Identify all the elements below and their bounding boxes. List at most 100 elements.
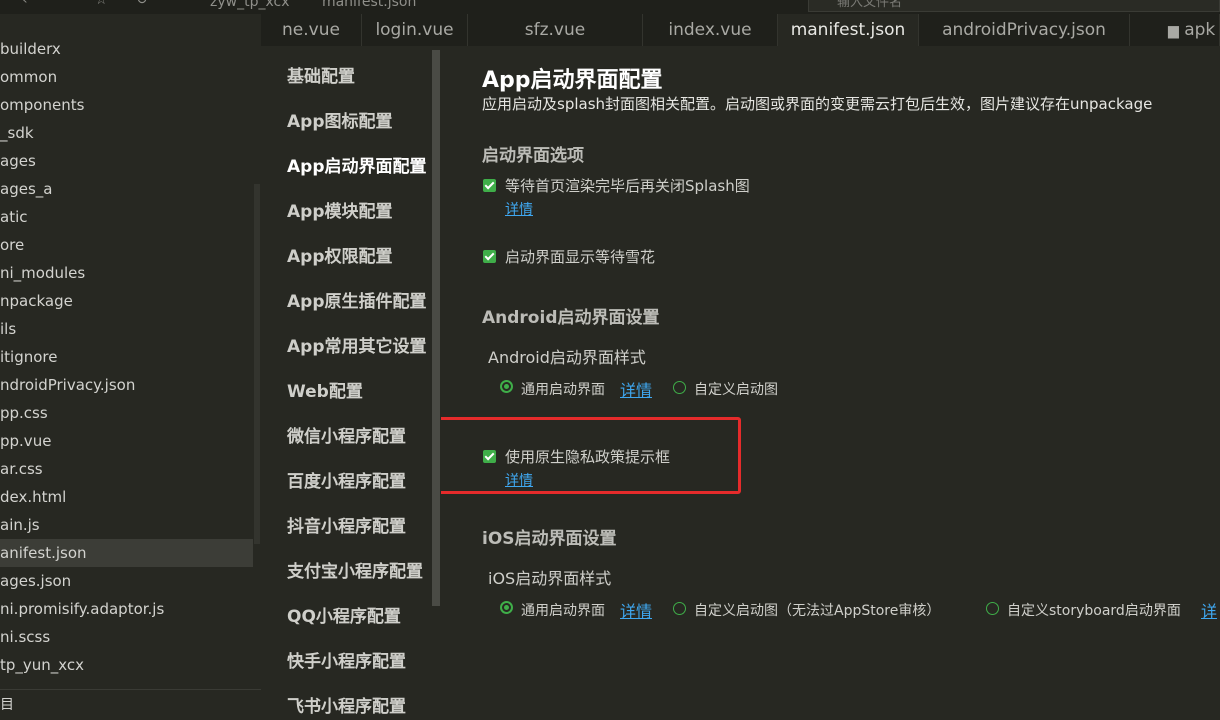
android-splash-heading: Android启动界面设置 [482, 308, 660, 328]
file-tree-item-label: omponents [0, 96, 85, 114]
file-tree-item[interactable]: ils [0, 315, 253, 343]
explorer-footer: 目 [0, 689, 261, 720]
file-tree-item-label: ore [0, 236, 25, 254]
file-search-input[interactable]: 输入文件名 [808, 0, 1220, 12]
settings-nav-item[interactable]: 支付宝小程序配置 [287, 557, 423, 582]
star-icon[interactable]: ☆ [95, 0, 108, 8]
settings-nav-item[interactable]: App原生插件配置 [287, 287, 427, 312]
wait-render-label: 等待首页渲染完毕后再关闭Splash图 [505, 177, 750, 195]
breadcrumb-file[interactable]: manifest.json [322, 0, 416, 10]
file-tree-item[interactable]: anifest.json [0, 539, 253, 567]
file-tree-item[interactable]: ni_modules [0, 259, 253, 287]
file-tree-item[interactable]: ni.scss [0, 623, 253, 651]
settings-nav-item[interactable]: 飞书小程序配置 [287, 692, 406, 717]
tab-label: sfz.vue [524, 20, 586, 40]
file-tree-item-label: itignore [0, 348, 58, 366]
settings-nav: 基础配置 App图标配置 App启动界面配置 App模块配置 App权限配置 App原生插… [261, 46, 441, 719]
settings-nav-item[interactable]: QQ小程序配置 [287, 602, 401, 627]
file-tree-item[interactable]: ni.promisify.adaptor.js [0, 595, 253, 623]
file-tree-item-label: ommon [0, 68, 58, 86]
file-tree-item[interactable]: ndroidPrivacy.json [0, 371, 253, 399]
settings-nav-scrollbar[interactable] [432, 50, 440, 606]
chevron-left-icon[interactable]: ‹ [22, 0, 28, 8]
android-common-label: 通用启动界面 [521, 382, 605, 398]
tab-sfz-vue[interactable]: sfz.vue [468, 14, 643, 46]
tab-ne-vue[interactable]: ne.vue [261, 14, 362, 46]
wait-render-details-link[interactable]: 详情 [505, 199, 533, 219]
breadcrumb: zyw_tp_xcx manifest.json [210, 0, 444, 10]
page-title: App启动界面配置 [482, 68, 663, 93]
settings-nav-item[interactable]: 百度小程序配置 [287, 467, 406, 492]
highlight-box [441, 417, 741, 494]
settings-nav-item[interactable]: App权限配置 [287, 242, 393, 267]
file-tree-item[interactable]: ages_a [0, 175, 253, 203]
file-tree-item[interactable]: pp.css [0, 399, 253, 427]
settings-nav-item[interactable]: Web配置 [287, 377, 363, 402]
settings-nav-item[interactable]: 微信小程序配置 [287, 422, 406, 447]
file-tree-item[interactable]: ain.js [0, 511, 253, 539]
file-tree-item[interactable]: ore [0, 231, 253, 259]
file-tree-item-label: ni_modules [0, 264, 86, 282]
settings-nav-item[interactable]: App模块配置 [287, 197, 393, 222]
file-tree-item-label: atic [0, 208, 28, 226]
refresh-icon[interactable]: ↻ [136, 0, 148, 8]
settings-nav-item[interactable]: App启动界面配置 [287, 152, 427, 177]
ios-common-label: 通用启动界面 [521, 603, 605, 619]
file-tree-item[interactable]: itignore [0, 343, 253, 371]
file-tree-item[interactable]: ages [0, 147, 253, 175]
settings-nav-item[interactable]: 快手小程序配置 [287, 647, 406, 672]
android-common-details-link[interactable]: 详情 [620, 377, 652, 401]
file-tree-item[interactable]: ommon [0, 63, 253, 91]
file-tree-item-label: ain.js [0, 516, 40, 534]
tab-apk-folder[interactable]: ▆ apk [1130, 14, 1220, 46]
android-custom-label: 自定义启动图 [694, 382, 778, 398]
file-tree-item-label: dex.html [0, 488, 67, 506]
tab-label: manifest.json [790, 20, 906, 40]
explorer-scrollbar[interactable] [254, 184, 260, 544]
file-tree-item-label: _sdk [0, 124, 34, 142]
file-tree-item-label: pp.css [0, 404, 48, 422]
tab-androidprivacy-json[interactable]: androidPrivacy.json [919, 14, 1130, 46]
ios-common-radio[interactable] [500, 601, 513, 614]
android-custom-radio[interactable] [673, 381, 686, 394]
tab-label: login.vue [375, 20, 454, 40]
file-tree-item[interactable]: tp_yun_xcx [0, 651, 253, 679]
android-common-radio[interactable] [500, 380, 513, 393]
file-tree-item[interactable]: npackage [0, 287, 253, 315]
show-snow-checkbox[interactable] [483, 250, 496, 263]
file-tree-item[interactable]: omponents [0, 91, 253, 119]
ios-common-details-link[interactable]: 详情 [620, 598, 652, 622]
tab-label: ne.vue [282, 20, 340, 40]
breadcrumb-project[interactable]: zyw_tp_xcx [210, 0, 289, 10]
title-bar: ‹ ☆ ↻ zyw_tp_xcx manifest.json 输入文件名 [0, 0, 1220, 14]
file-tree-item[interactable]: builderx [0, 35, 253, 63]
settings-nav-item[interactable]: 抖音小程序配置 [287, 512, 406, 537]
file-tree-item-label: ages [0, 152, 36, 170]
ios-custom-label: 自定义启动图（无法过AppStore审核） [694, 603, 941, 619]
file-tree-item[interactable]: atic [0, 203, 253, 231]
ios-storyboard-label: 自定义storyboard启动界面 [1007, 603, 1181, 619]
file-tree-item[interactable]: pp.vue [0, 427, 253, 455]
settings-nav-item[interactable]: 基础配置 [287, 62, 355, 87]
explorer-footer-label: 目 [0, 697, 14, 713]
splash-options-heading: 启动界面选项 [482, 146, 584, 166]
file-tree-item-label: ages.json [0, 572, 72, 590]
tab-label: index.vue [668, 20, 752, 40]
ios-storyboard-details-link[interactable]: 详 [1201, 598, 1217, 622]
wait-render-checkbox[interactable] [483, 179, 496, 192]
file-tree-item[interactable]: ages.json [0, 567, 253, 595]
file-tree-item[interactable]: dex.html [0, 483, 253, 511]
file-tree-item-label: ages_a [0, 180, 53, 198]
settings-nav-item[interactable]: App图标配置 [287, 107, 393, 132]
tab-index-vue[interactable]: index.vue [643, 14, 778, 46]
ios-storyboard-radio[interactable] [986, 602, 999, 615]
tab-login-vue[interactable]: login.vue [362, 14, 468, 46]
page-description: 应用启动及splash封面图相关配置。启动图或界面的变更需云打包后生效，图片建议… [482, 95, 1153, 113]
tab-manifest-json[interactable]: manifest.json [778, 14, 919, 46]
settings-nav-item[interactable]: App常用其它设置 [287, 332, 427, 357]
file-tree-item[interactable]: _sdk [0, 119, 253, 147]
android-style-label: Android启动界面样式 [488, 348, 646, 367]
ios-custom-radio[interactable] [673, 602, 686, 615]
file-tree-item[interactable]: ar.css [0, 455, 253, 483]
file-tree-item-label: anifest.json [0, 544, 87, 562]
